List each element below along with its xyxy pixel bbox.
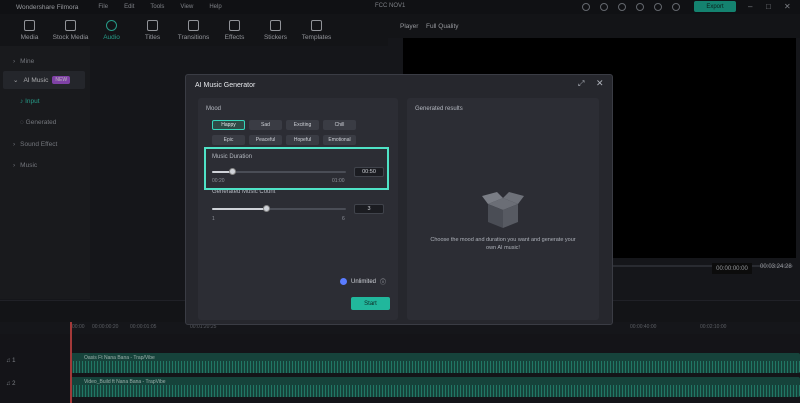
info-icon[interactable]: ⓘ [380, 277, 386, 286]
duration-highlight-box [204, 147, 389, 190]
count-value[interactable]: 3 [354, 204, 384, 214]
count-max-label: 6 [342, 216, 345, 222]
empty-box-icon [482, 192, 524, 228]
start-label: Start [364, 300, 377, 307]
unlimited-label: Unlimited [351, 278, 377, 285]
mood-emotional-button[interactable]: Emotional [323, 135, 356, 145]
count-min-label: 1 [212, 216, 215, 222]
mood-epic-button[interactable]: Epic [212, 135, 245, 145]
results-hint: Choose the mood and duration you want an… [430, 237, 576, 251]
ai-music-generator-dialog: AI Music Generator ⤢ ✕ Mood Happy Sad Ex… [185, 74, 613, 325]
settings-panel: Mood Happy Sad Exciting Chill Epic Peace… [198, 98, 398, 320]
dialog-title: AI Music Generator [195, 82, 256, 89]
mood-sad-button[interactable]: Sad [249, 120, 282, 130]
count-slider-knob[interactable] [263, 205, 270, 212]
unlimited-indicator: Unlimited ⓘ [340, 277, 386, 286]
mood-hopeful-button[interactable]: Hopeful [286, 135, 319, 145]
count-slider-fill [212, 208, 266, 210]
credits-icon [340, 278, 347, 285]
mood-happy-button[interactable]: Happy [212, 120, 245, 130]
mood-exciting-button[interactable]: Exciting [286, 120, 319, 130]
start-button[interactable]: Start [351, 297, 390, 310]
mood-peaceful-button[interactable]: Peaceful [249, 135, 282, 145]
mood-chill-button[interactable]: Chill [323, 120, 356, 130]
mood-label: Mood [206, 106, 222, 112]
close-icon[interactable]: ✕ [596, 78, 604, 89]
results-panel: Generated results Choose the mood and du… [407, 98, 599, 320]
expand-icon[interactable]: ⤢ [578, 79, 584, 89]
results-title: Generated results [415, 106, 463, 112]
